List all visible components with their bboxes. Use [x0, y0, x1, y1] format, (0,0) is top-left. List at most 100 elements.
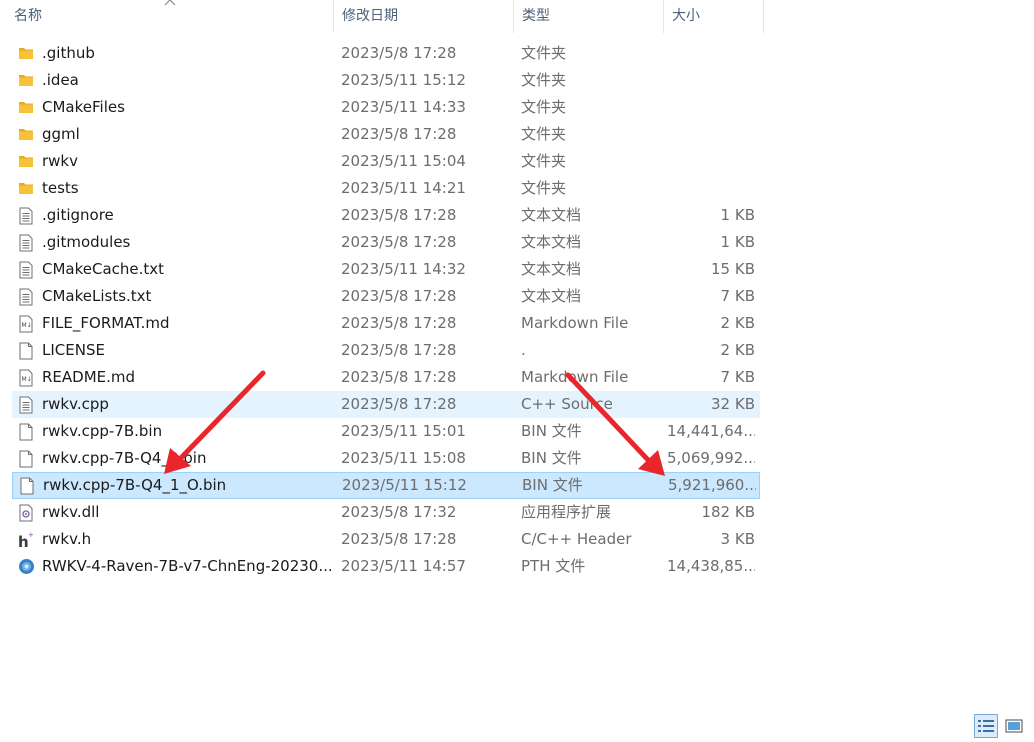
file-row[interactable]: rwkv.cpp-7B-Q4_0.bin 2023/5/11 15:08 BIN 文…	[12, 445, 760, 472]
dll-file-icon	[18, 499, 36, 526]
details-view-button[interactable]	[974, 714, 998, 738]
file-type: 文件夹	[521, 44, 567, 62]
file-row[interactable]: .gitmodules 2023/5/8 17:28 文本文档 1 KB	[12, 229, 760, 256]
file-name: CMakeLists.txt	[42, 287, 152, 305]
blank-file-icon	[19, 472, 37, 499]
file-name: LICENSE	[42, 341, 105, 359]
svg-text:M↓: M↓	[22, 376, 32, 383]
file-size	[667, 40, 755, 67]
file-type: BIN 文件	[521, 449, 582, 467]
blank-file-icon	[18, 445, 36, 472]
folder-icon	[18, 148, 36, 175]
file-modified-date: 2023/5/8 17:28	[341, 530, 457, 548]
file-size: 7 KB	[720, 287, 755, 305]
markdown-file-icon: M↓	[18, 364, 36, 391]
column-header-size[interactable]: 大小	[664, 0, 764, 33]
folder-icon	[18, 40, 36, 67]
file-row[interactable]: LICENSE 2023/5/8 17:28. 2 KB	[12, 337, 760, 364]
file-size: 3 KB	[720, 530, 755, 548]
text-file-icon	[18, 256, 36, 283]
file-size: 5,921,960...	[668, 476, 756, 494]
file-size	[667, 148, 755, 175]
markdown-file-icon: M↓	[18, 310, 36, 337]
file-name: rwkv.cpp-7B-Q4_1_O.bin	[43, 476, 227, 494]
column-header-type[interactable]: 类型	[514, 0, 664, 33]
file-row[interactable]: rwkv.cpp-7B.bin 2023/5/11 15:01 BIN 文件 14,4…	[12, 418, 760, 445]
column-header-size-label: 大小	[672, 8, 700, 24]
file-row[interactable]: .github 2023/5/8 17:28 文件夹	[12, 40, 760, 67]
file-name: README.md	[42, 368, 136, 386]
file-row[interactable]: CMakeCache.txt 2023/5/11 14:32 文本文档 15 KB	[12, 256, 760, 283]
file-size: 1 KB	[720, 233, 755, 251]
file-type: 应用程序扩展	[521, 503, 612, 521]
file-modified-date: 2023/5/8 17:28	[341, 341, 457, 359]
file-row[interactable]: M↓ README.md 2023/5/8 17:28 Markdown File 7 …	[12, 364, 760, 391]
file-modified-date: 2023/5/8 17:28	[341, 314, 457, 332]
file-type: BIN 文件	[522, 476, 583, 494]
file-type: 文本文档	[521, 287, 582, 305]
text-file-icon	[18, 202, 36, 229]
file-name: rwkv.cpp	[42, 395, 109, 413]
file-row[interactable]: rwkv.cpp 2023/5/8 17:28 C++ Source 32 KB	[12, 391, 760, 418]
file-row[interactable]: CMakeLists.txt 2023/5/8 17:28 文本文档 7 KB	[12, 283, 760, 310]
file-row[interactable]: rwkv 2023/5/11 15:04 文件夹	[12, 148, 760, 175]
file-name: CMakeFiles	[42, 98, 125, 116]
file-row[interactable]: rwkv.dll 2023/5/8 17:32 应用程序扩展 182 KB	[12, 499, 760, 526]
file-size: 5,069,992...	[667, 449, 755, 467]
file-row[interactable]: rwkv.cpp-7B-Q4_1_O.bin 2023/5/11 15:12 BIN…	[12, 472, 760, 499]
file-type: 文件夹	[521, 71, 567, 89]
file-type: .	[521, 341, 526, 359]
file-size	[667, 94, 755, 121]
file-modified-date: 2023/5/8 17:28	[341, 206, 457, 224]
file-modified-date: 2023/5/11 14:21	[341, 179, 466, 197]
file-name: rwkv.h	[42, 530, 92, 548]
file-modified-date: 2023/5/8 17:32	[341, 503, 457, 521]
file-size: 15 KB	[711, 260, 755, 278]
file-type: C++ Source	[521, 395, 613, 413]
column-header-name[interactable]: 名称	[0, 0, 334, 33]
file-size: 2 KB	[720, 314, 755, 332]
column-header-bar: 名称 修改日期 类型 大小	[0, 0, 764, 33]
file-row[interactable]: RWKV-4-Raven-7B-v7-ChnEng-20230... 2023/5…	[12, 553, 760, 580]
column-header-date[interactable]: 修改日期	[334, 0, 514, 33]
column-header-date-label: 修改日期	[342, 8, 398, 24]
file-size: 2 KB	[720, 341, 755, 359]
file-modified-date: 2023/5/8 17:28	[341, 368, 457, 386]
large-icons-view-button[interactable]	[1002, 714, 1026, 738]
file-type: BIN 文件	[521, 422, 582, 440]
large-icons-view-icon	[1005, 719, 1023, 733]
file-modified-date: 2023/5/8 17:28	[341, 125, 457, 143]
file-modified-date: 2023/5/11 14:32	[341, 260, 466, 278]
column-header-name-label: 名称	[14, 8, 42, 24]
file-row[interactable]: .gitignore 2023/5/8 17:28 文本文档 1 KB	[12, 202, 760, 229]
blank-file-icon	[18, 337, 36, 364]
file-name: rwkv.cpp-7B.bin	[42, 422, 163, 440]
text-file-icon	[18, 391, 36, 418]
file-size	[667, 67, 755, 94]
file-row[interactable]: .idea 2023/5/11 15:12 文件夹	[12, 67, 760, 94]
file-type: Markdown File	[521, 368, 629, 386]
file-row[interactable]: tests 2023/5/11 14:21 文件夹	[12, 175, 760, 202]
view-mode-buttons	[974, 714, 1026, 738]
blank-file-icon	[18, 418, 36, 445]
file-name: rwkv	[42, 152, 78, 170]
file-row[interactable]: ggml 2023/5/8 17:28 文件夹	[12, 121, 760, 148]
file-modified-date: 2023/5/11 15:12	[341, 71, 466, 89]
file-name: .gitignore	[42, 206, 114, 224]
file-name: tests	[42, 179, 79, 197]
file-row[interactable]: M↓ FILE_FORMAT.md 2023/5/8 17:28 Markdown F…	[12, 310, 760, 337]
file-type: PTH 文件	[521, 557, 586, 575]
file-name: rwkv.cpp-7B-Q4_0.bin	[42, 449, 207, 467]
file-type: 文件夹	[521, 152, 567, 170]
file-name: CMakeCache.txt	[42, 260, 165, 278]
file-row[interactable]: h++ rwkv.h 2023/5/8 17:28 C/C++ Header 3 KB	[12, 526, 760, 553]
file-type: 文本文档	[521, 233, 582, 251]
header-file-icon: h++	[18, 526, 36, 553]
file-row[interactable]: CMakeFiles 2023/5/11 14:33 文件夹	[12, 94, 760, 121]
svg-text:M↓: M↓	[22, 322, 32, 329]
file-name: .idea	[42, 71, 79, 89]
folder-icon	[18, 94, 36, 121]
details-view-icon	[978, 720, 994, 732]
file-modified-date: 2023/5/11 15:04	[341, 152, 466, 170]
file-name: ggml	[42, 125, 80, 143]
